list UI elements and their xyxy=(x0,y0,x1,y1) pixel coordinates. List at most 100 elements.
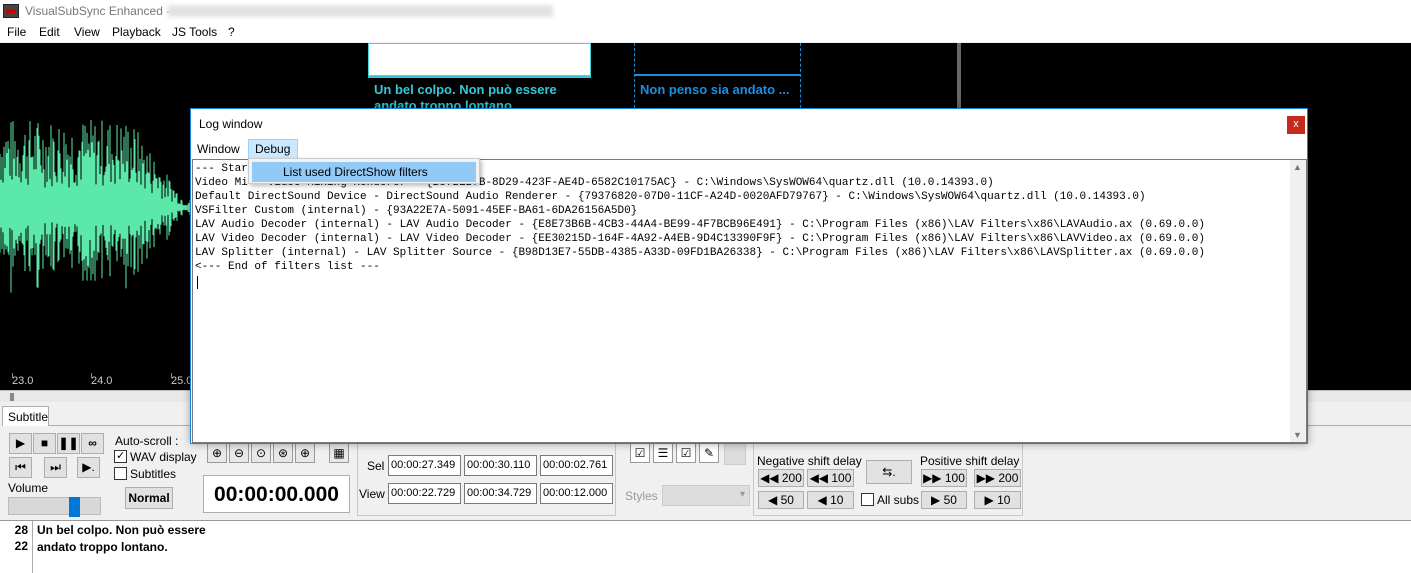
play-button[interactable]: ▶ xyxy=(9,433,32,454)
normal-button[interactable]: Normal xyxy=(125,487,173,509)
zoom-out-button[interactable]: ⊖ xyxy=(229,443,249,463)
neg-200-button[interactable]: ◀◀ 200 xyxy=(758,469,804,487)
pos-50-button[interactable]: ▶ 50 xyxy=(921,491,967,509)
zoom-all-button[interactable]: ⊛ xyxy=(273,443,293,463)
skip-back-icon: ⏮ xyxy=(15,460,26,474)
subtitles-label: Subtitles xyxy=(130,467,177,481)
pos-200-button[interactable]: ▶▶ 200 xyxy=(974,469,1021,487)
menu-playback[interactable]: Playback xyxy=(112,25,161,39)
right-icon: ▶ xyxy=(931,493,944,507)
audio-waveform xyxy=(0,119,200,293)
view-length-field[interactable]: 00:00:12.000 xyxy=(540,483,613,504)
zoom-vertical-icon: ⊕ xyxy=(299,446,311,460)
log-line-3: Default DirectSound Device - DirectSound… xyxy=(195,191,1146,203)
double-left-icon: ◀◀ xyxy=(809,471,832,485)
stop-button[interactable]: ■ xyxy=(33,433,56,454)
neg-100-button[interactable]: ◀◀ 100 xyxy=(807,469,854,487)
log-menu-debug[interactable]: Debug xyxy=(255,142,290,156)
edit-check-button[interactable]: ✎ xyxy=(699,443,719,463)
log-line-1: --- Star xyxy=(195,163,248,175)
next-button[interactable]: ⏭ xyxy=(44,457,67,478)
chevron-down-icon: ▾ xyxy=(739,489,745,500)
zoom-all-icon: ⊛ xyxy=(277,446,289,460)
title-bar: VisualSubSync Enhanced - xyxy=(0,0,1411,22)
subtitle-block-next-text: Non penso sia andato ... xyxy=(640,82,790,97)
log-window-title: Log window xyxy=(199,117,263,131)
play-icon: ▶ xyxy=(15,436,26,450)
check-icon: ✓ xyxy=(116,450,126,462)
volume-label: Volume xyxy=(8,481,49,495)
subtitle-block-28[interactable] xyxy=(368,43,591,76)
shift-mode-button[interactable]: ⇆. xyxy=(866,460,912,484)
sel-label: Sel xyxy=(367,459,385,473)
menu-view[interactable]: View xyxy=(74,25,100,39)
sel-begin-field[interactable]: 00:00:27.349 xyxy=(388,455,461,476)
subtitle-block-next-start xyxy=(634,43,635,113)
negative-shift-label: Negative shift delay xyxy=(757,454,862,468)
loop-button[interactable]: ∞ xyxy=(81,433,104,454)
all-subs-label: All subs xyxy=(877,493,920,507)
zoom-selection-button[interactable]: ⊙ xyxy=(251,443,271,463)
view-end-field[interactable]: 00:00:34.729 xyxy=(464,483,537,504)
checklist-button[interactable]: ☑ xyxy=(676,443,696,463)
notes-button[interactable]: ☰ xyxy=(653,443,673,463)
line-length-1: 28 xyxy=(14,523,28,537)
check-button[interactable]: ☑ xyxy=(630,443,650,463)
menu-bar: File Edit View Playback JS Tools ? xyxy=(0,22,1411,42)
log-line-4: VSFilter Custom (internal) - {93A22E7A-5… xyxy=(195,205,638,217)
debug-menu-popup: List used DirectShow filters xyxy=(248,158,480,184)
double-right-icon: ▶▶ xyxy=(923,471,945,485)
waveform-path xyxy=(0,119,192,293)
view-begin-field[interactable]: 00:00:22.729 xyxy=(388,483,461,504)
scroll-up-icon[interactable]: ▲ xyxy=(1293,162,1302,172)
log-line-6: LAV Video Decoder (internal) - LAV Video… xyxy=(195,233,1205,245)
positive-shift-label: Positive shift delay xyxy=(920,454,1020,468)
wav-display-checkbox[interactable]: ✓ xyxy=(114,450,127,463)
log-line-5: LAV Audio Decoder (internal) - LAV Audio… xyxy=(195,219,1205,231)
waveform-scrollbar-thumb[interactable] xyxy=(10,393,14,401)
subtitle-text-editor[interactable] xyxy=(0,520,1411,573)
volume-slider[interactable] xyxy=(8,497,101,515)
menu-edit[interactable]: Edit xyxy=(39,25,60,39)
play-to-end-icon: ▶. xyxy=(82,460,95,474)
tab-subtitle[interactable]: Subtitle xyxy=(2,406,49,426)
current-time-display: 00:00:00.000 xyxy=(203,475,350,513)
line-length-gutter: 28 22 xyxy=(0,521,33,573)
menu-help[interactable]: ? xyxy=(228,25,235,39)
calendar-button[interactable]: ▦ xyxy=(329,443,349,463)
menu-file[interactable]: File xyxy=(7,25,26,39)
sel-length-field[interactable]: 00:00:02.761 xyxy=(540,455,613,476)
styles-dropdown[interactable]: ▾ xyxy=(662,485,750,506)
close-button[interactable]: x xyxy=(1287,116,1305,134)
time-fields-group xyxy=(357,440,616,516)
styles-label: Styles xyxy=(625,489,658,503)
pause-icon: ❚❚ xyxy=(58,436,79,450)
previous-button[interactable]: ⏮ xyxy=(9,457,32,478)
log-text-area[interactable]: --- Star Video Mi Video Mixing Renderer … xyxy=(192,159,1307,443)
right-icon: ▶ xyxy=(984,493,998,507)
pause-button[interactable]: ❚❚ xyxy=(57,433,80,454)
log-scrollbar[interactable]: ▲ ▼ xyxy=(1290,160,1306,442)
play-to-end-button[interactable]: ▶. xyxy=(77,457,100,478)
neg-50-button[interactable]: ◀ 50 xyxy=(758,491,804,509)
menu-item-list-directshow-filters[interactable]: List used DirectShow filters xyxy=(252,162,476,182)
pos-10-button[interactable]: ▶ 10 xyxy=(974,491,1021,509)
zoom-in-button[interactable]: ⊕ xyxy=(207,443,227,463)
subtitles-checkbox[interactable] xyxy=(114,467,127,480)
edit-check-icon: ✎ xyxy=(703,446,715,460)
sel-end-field[interactable]: 00:00:30.110 xyxy=(464,455,537,476)
window-title-filename-redacted xyxy=(168,5,553,17)
log-menu-window[interactable]: Window xyxy=(197,142,240,156)
volume-slider-thumb[interactable] xyxy=(69,497,80,517)
pos-100-button[interactable]: ▶▶ 100 xyxy=(921,469,967,487)
log-line-7: LAV Splitter (internal) - LAV Splitter S… xyxy=(195,247,1205,259)
checkbox-icon: ☑ xyxy=(634,446,646,460)
menu-js-tools[interactable]: JS Tools xyxy=(172,25,217,39)
stop-icon: ■ xyxy=(40,436,49,450)
all-subs-checkbox[interactable] xyxy=(861,493,874,506)
zoom-vertical-button[interactable]: ⊕ xyxy=(295,443,315,463)
neg-10-button[interactable]: ◀ 10 xyxy=(807,491,854,509)
ruler-label-23: 23.0 xyxy=(12,375,34,387)
scroll-down-icon[interactable]: ▼ xyxy=(1293,430,1302,440)
subtitle-block-next-line xyxy=(634,74,801,76)
